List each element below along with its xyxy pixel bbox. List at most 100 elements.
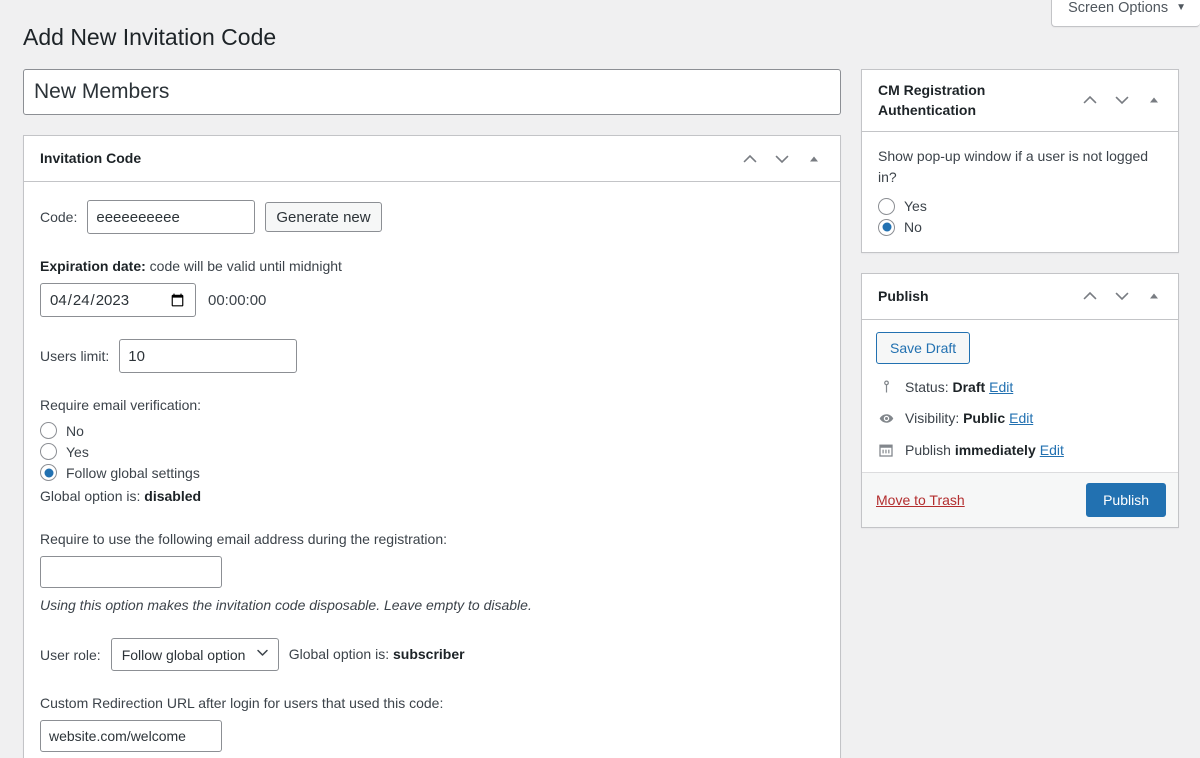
- post-visibility-value: Public: [963, 410, 1005, 426]
- move-up-icon[interactable]: [736, 141, 764, 177]
- metabox-handle-actions: [1076, 82, 1168, 118]
- cm-registration-body: Show pop-up window if a user is not logg…: [862, 132, 1178, 252]
- sidebar-column: CM Registration Authentication Show pop-…: [861, 69, 1179, 528]
- redirection-label: Custom Redirection URL after login for u…: [40, 693, 824, 714]
- toggle-panel-icon[interactable]: [800, 141, 828, 177]
- radio-button[interactable]: [878, 198, 895, 215]
- cm-registration-title: CM Registration Authentication: [878, 70, 1073, 131]
- pin-icon: [876, 379, 896, 394]
- toggle-panel-icon[interactable]: [1140, 278, 1168, 314]
- user-role-select[interactable]: Follow global option: [111, 638, 279, 671]
- invitation-code-metabox-header: Invitation Code: [24, 136, 840, 182]
- expiration-date-label-bold: Expiration date:: [40, 258, 146, 274]
- publish-body: Save Draft Status: DraftEdit Visibility:…: [862, 320, 1178, 472]
- user-role-select-wrapper: Follow global option: [111, 638, 279, 671]
- post-visibility-row: Visibility: PublicEdit: [876, 410, 1166, 427]
- radio-button[interactable]: [40, 464, 57, 481]
- post-visibility-prefix: Visibility:: [905, 410, 963, 426]
- publish-title: Publish: [878, 276, 929, 316]
- email-verification-option-yes[interactable]: Yes: [40, 443, 824, 460]
- publish-header: Publish: [862, 274, 1178, 320]
- expiration-date-label-rest: code will be valid until midnight: [146, 258, 342, 274]
- users-limit-label: Users limit:: [40, 348, 109, 364]
- metabox-handle-actions: [1076, 278, 1168, 314]
- move-down-icon[interactable]: [768, 141, 796, 177]
- radio-label[interactable]: Follow global settings: [66, 465, 200, 481]
- code-input[interactable]: [87, 200, 255, 234]
- post-status-value: Draft: [952, 379, 985, 395]
- post-status-row: Status: DraftEdit: [876, 379, 1166, 395]
- post-schedule-row: Publish immediatelyEdit: [876, 442, 1166, 458]
- move-up-icon[interactable]: [1076, 82, 1104, 118]
- radio-button[interactable]: [40, 422, 57, 439]
- expiration-date-block: Expiration date: code will be valid unti…: [40, 256, 824, 317]
- screen-meta-links: Screen Options ▼: [1051, 0, 1200, 27]
- post-status-prefix: Status:: [905, 379, 952, 395]
- required-email-block: Require to use the following email addre…: [40, 529, 824, 616]
- redirection-block: Custom Redirection URL after login for u…: [40, 693, 824, 758]
- expiration-date-input[interactable]: [40, 283, 196, 317]
- cm-registration-metabox: CM Registration Authentication Show pop-…: [861, 69, 1179, 253]
- redirection-url-input[interactable]: [40, 720, 222, 752]
- publish-metabox: Publish Save Draft: [861, 273, 1179, 528]
- main-column: Invitation Code Code:: [23, 69, 841, 758]
- page-title: Add New Invitation Code: [23, 23, 276, 53]
- post-title-input[interactable]: [23, 69, 841, 115]
- toggle-panel-icon[interactable]: [1140, 82, 1168, 118]
- save-draft-button[interactable]: Save Draft: [876, 332, 970, 364]
- required-email-helper: Using this option makes the invitation c…: [40, 595, 824, 616]
- required-email-label: Require to use the following email addre…: [40, 529, 824, 550]
- user-role-row: User role: Follow global option Global o…: [40, 638, 824, 671]
- publish-actions: Move to Trash Publish: [862, 472, 1178, 527]
- cm-registration-question: Show pop-up window if a user is not logg…: [878, 146, 1162, 188]
- email-verification-option-follow-global[interactable]: Follow global settings: [40, 464, 824, 481]
- user-role-label: User role:: [40, 647, 101, 663]
- eye-icon: [876, 410, 896, 427]
- invitation-code-metabox: Invitation Code Code:: [23, 135, 841, 758]
- expiration-date-label: Expiration date: code will be valid unti…: [40, 256, 824, 277]
- global-note-prefix: Global option is:: [40, 488, 144, 504]
- radio-label[interactable]: No: [904, 219, 922, 235]
- post-schedule-value: immediately: [955, 442, 1036, 458]
- radio-label[interactable]: Yes: [904, 198, 927, 214]
- post-visibility-text: Visibility: PublicEdit: [905, 410, 1033, 426]
- move-down-icon[interactable]: [1108, 278, 1136, 314]
- popup-option-no[interactable]: No: [878, 219, 1162, 236]
- invitation-code-metabox-title: Invitation Code: [40, 139, 141, 179]
- metabox-handle-actions: [736, 141, 828, 177]
- screen-options-label: Screen Options: [1068, 0, 1168, 18]
- cm-registration-header: CM Registration Authentication: [862, 70, 1178, 132]
- email-verification-option-no[interactable]: No: [40, 422, 824, 439]
- required-email-input[interactable]: [40, 556, 222, 588]
- edit-status-link[interactable]: Edit: [989, 379, 1013, 395]
- users-limit-input[interactable]: [119, 339, 297, 373]
- global-note-value: disabled: [144, 488, 201, 504]
- generate-new-button[interactable]: Generate new: [265, 202, 381, 232]
- screen-options-button[interactable]: Screen Options ▼: [1051, 0, 1200, 27]
- popup-option-yes[interactable]: Yes: [878, 198, 1162, 215]
- expiration-date-row: 00:00:00: [40, 283, 824, 317]
- invitation-code-metabox-body: Code: Generate new Expiration date: code…: [24, 182, 840, 758]
- publish-button[interactable]: Publish: [1086, 483, 1166, 517]
- radio-label[interactable]: Yes: [66, 444, 89, 460]
- move-down-icon[interactable]: [1108, 82, 1136, 118]
- wp-admin-screen: Screen Options ▼ Add New Invitation Code…: [0, 0, 1200, 758]
- global-note-prefix: Global option is:: [289, 646, 393, 662]
- code-label: Code:: [40, 209, 77, 225]
- post-schedule-prefix: Publish: [905, 442, 955, 458]
- email-verification-block: Require email verification: No Yes Follo…: [40, 395, 824, 507]
- post-schedule-text: Publish immediatelyEdit: [905, 442, 1064, 458]
- radio-label[interactable]: No: [66, 423, 84, 439]
- calendar-icon: [876, 442, 896, 458]
- edit-schedule-link[interactable]: Edit: [1040, 442, 1064, 458]
- chevron-down-icon: ▼: [1176, 3, 1186, 13]
- move-to-trash-link[interactable]: Move to Trash: [876, 492, 965, 508]
- radio-button[interactable]: [40, 443, 57, 460]
- post-status-text: Status: DraftEdit: [905, 379, 1013, 395]
- email-verification-label: Require email verification:: [40, 395, 824, 416]
- code-row: Code: Generate new: [40, 200, 824, 234]
- move-up-icon[interactable]: [1076, 278, 1104, 314]
- expiration-time-note: 00:00:00: [208, 292, 266, 309]
- edit-visibility-link[interactable]: Edit: [1009, 410, 1033, 426]
- radio-button[interactable]: [878, 219, 895, 236]
